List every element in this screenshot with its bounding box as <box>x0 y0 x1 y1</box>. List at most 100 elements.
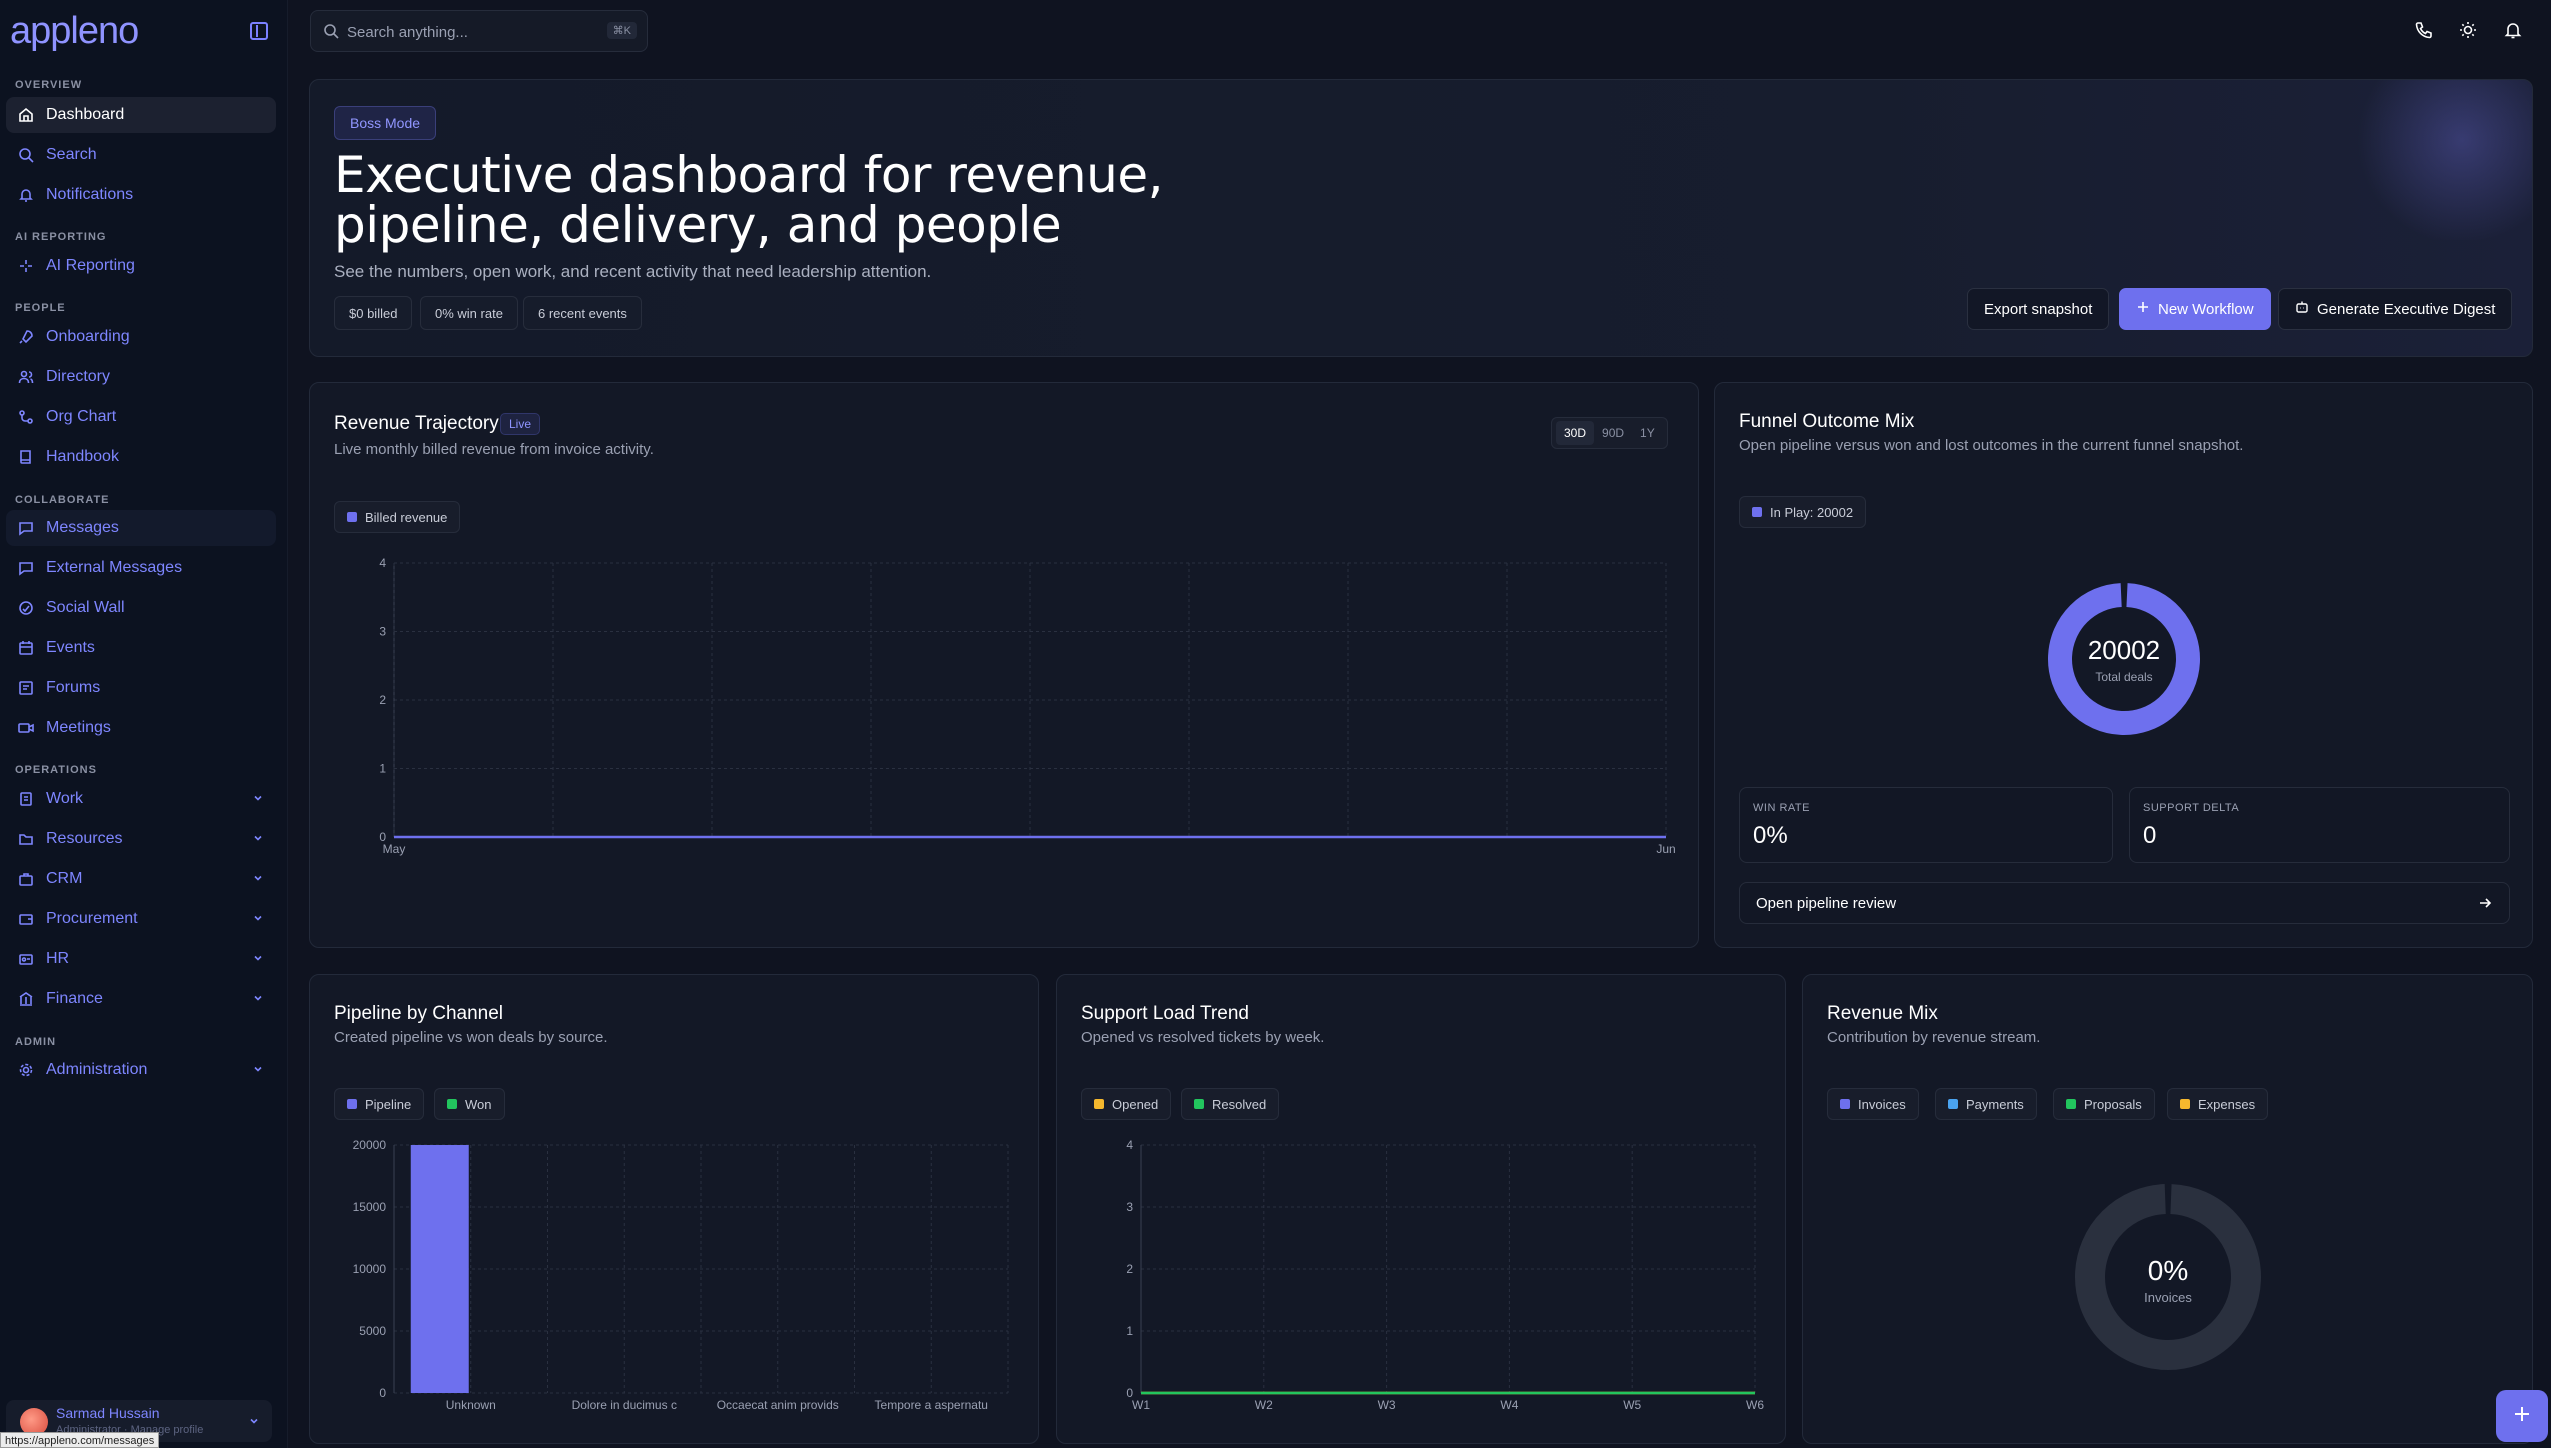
legend-label: Billed revenue <box>365 509 448 525</box>
range-1y[interactable]: 1Y <box>1632 421 1663 445</box>
sidebar-item-org-chart[interactable]: Org Chart <box>6 399 276 435</box>
sidebar-item-label: AI Reporting <box>46 257 135 274</box>
sidebar-item-hr[interactable]: HR <box>6 941 276 977</box>
sidebar-item-label: Procurement <box>46 910 138 927</box>
sidebar-item-label: Org Chart <box>46 408 117 425</box>
global-search[interactable]: ⌘K <box>310 10 648 52</box>
bell-icon[interactable] <box>2503 20 2525 42</box>
sidebar-item-search[interactable]: Search <box>6 137 276 173</box>
sidebar-item-label: Handbook <box>46 448 119 465</box>
sidebar: appleno OVERVIEW Dashboard Search Notifi… <box>0 0 288 1448</box>
stat-value: 0% <box>1753 822 1788 849</box>
new-workflow-label: New Workflow <box>2158 300 2254 318</box>
y-tick-label: 15000 <box>353 1200 387 1214</box>
phone-icon[interactable] <box>2414 20 2436 42</box>
user-name: Sarmad Hussain <box>56 1405 160 1421</box>
donut-center-value: 0% <box>2148 1255 2188 1286</box>
generate-digest-label: Generate Executive Digest <box>2317 300 2496 318</box>
revenue-chart: 0 1 2 3 4 May Jun <box>379 556 1675 856</box>
y-tick-label: 1 <box>1126 1324 1133 1338</box>
donut-center-value: 20002 <box>2088 635 2160 665</box>
open-pipeline-review-link[interactable]: Open pipeline review <box>1739 882 2510 924</box>
sidebar-item-handbook[interactable]: Handbook <box>6 439 276 475</box>
export-snapshot-label: Export snapshot <box>1984 300 2093 318</box>
sidebar-collapse-icon[interactable] <box>250 22 268 40</box>
sidebar-item-social-wall[interactable]: Social Wall <box>6 590 276 626</box>
x-tick-label: W1 <box>1132 1398 1150 1412</box>
search-input[interactable] <box>347 19 587 45</box>
chevron-down-icon <box>248 1414 260 1432</box>
new-workflow-button[interactable]: New Workflow <box>2119 288 2271 330</box>
revenue-trajectory-card: Revenue Trajectory Live Live monthly bil… <box>309 382 1699 948</box>
chevron-down-icon <box>252 791 264 809</box>
support-delta-stat: SUPPORT DELTA 0 <box>2129 787 2510 863</box>
sidebar-item-external-messages[interactable]: External Messages <box>6 550 276 586</box>
sidebar-item-forums[interactable]: Forums <box>6 670 276 706</box>
range-30d[interactable]: 30D <box>1556 421 1595 445</box>
sidebar-item-directory[interactable]: Directory <box>6 359 276 395</box>
chevron-down-icon <box>252 951 264 969</box>
chevron-down-icon <box>252 831 264 849</box>
x-tick-label: Tempore a aspernatu <box>875 1398 988 1412</box>
y-tick-label: 0 <box>379 1386 386 1400</box>
revenue-mix-donut: 0% Invoices <box>2075 1184 2261 1370</box>
donut-center-label: Invoices <box>2144 1290 2192 1305</box>
y-tick-label: 1 <box>379 762 386 776</box>
sidebar-item-label: Finance <box>46 990 103 1007</box>
funnel-outcome-card: Funnel Outcome Mix Open pipeline versus … <box>1714 382 2533 948</box>
video-icon <box>16 718 36 738</box>
briefcase-icon <box>16 869 36 889</box>
legend-billed-revenue[interactable]: Billed revenue <box>334 501 461 533</box>
chevron-down-icon <box>252 911 264 929</box>
hero-panel: Boss Mode Executive dashboard for revenu… <box>309 79 2533 357</box>
search-shortcut: ⌘K <box>606 22 637 39</box>
support-load-card: Support Load Trend Opened vs resolved ti… <box>1056 974 1786 1444</box>
y-tick-label: 4 <box>1126 1138 1133 1152</box>
bar-pipeline-unknown <box>410 1145 469 1393</box>
sidebar-item-meetings[interactable]: Meetings <box>6 710 276 746</box>
sidebar-item-resources[interactable]: Resources <box>6 821 276 857</box>
sidebar-item-administration[interactable]: Administration <box>6 1052 276 1088</box>
pipeline-bar-chart: 0 5000 10000 15000 20000 Unknown Dolore in duc… <box>353 1138 1009 1412</box>
range-90d[interactable]: 90D <box>1594 421 1632 445</box>
sidebar-item-notifications[interactable]: Notifications <box>6 177 276 213</box>
win-rate-chip: 0% win rate <box>420 296 518 330</box>
plus-icon <box>2512 1404 2532 1429</box>
y-tick-label: 2 <box>379 693 386 707</box>
wallet-icon <box>16 909 36 929</box>
sidebar-item-finance[interactable]: Finance <box>6 981 276 1017</box>
sidebar-item-messages[interactable]: Messages <box>6 510 276 546</box>
x-tick-label: Jun <box>1656 842 1675 856</box>
badge-icon <box>16 949 36 969</box>
nav-section-collaborate: COLLABORATE <box>15 494 110 506</box>
export-snapshot-button[interactable]: Export snapshot <box>1967 288 2110 330</box>
sidebar-item-procurement[interactable]: Procurement <box>6 901 276 937</box>
revenue-mix-card: Revenue Mix Contribution by revenue stre… <box>1802 974 2533 1444</box>
y-tick-label: 3 <box>1126 1200 1133 1214</box>
sun-icon[interactable] <box>2458 20 2480 42</box>
forum-icon <box>16 678 36 698</box>
users-icon <box>16 367 36 387</box>
message-icon <box>16 558 36 578</box>
funnel-donut-chart: 20002 Total deals <box>2048 583 2200 735</box>
nav-section-operations: OPERATIONS <box>15 764 97 776</box>
y-tick-label: 10000 <box>353 1262 387 1276</box>
stat-label: SUPPORT DELTA <box>2143 802 2240 814</box>
sidebar-item-label: Forums <box>46 679 101 696</box>
home-icon <box>16 105 36 125</box>
sidebar-item-label: Directory <box>46 368 111 385</box>
chevron-down-icon <box>252 1062 264 1080</box>
app-logo[interactable]: appleno <box>10 10 139 53</box>
sidebar-item-onboarding[interactable]: Onboarding <box>6 319 276 355</box>
sidebar-item-work[interactable]: Work <box>6 781 276 817</box>
floating-add-button[interactable] <box>2496 1390 2548 1442</box>
sidebar-item-label: CRM <box>46 870 83 887</box>
sidebar-item-crm[interactable]: CRM <box>6 861 276 897</box>
generate-digest-button[interactable]: Generate Executive Digest <box>2278 288 2513 330</box>
sidebar-item-dashboard[interactable]: Dashboard <box>6 97 276 133</box>
sidebar-item-label: Events <box>46 639 95 656</box>
y-tick-label: 2 <box>1126 1262 1133 1276</box>
sidebar-item-events[interactable]: Events <box>6 630 276 666</box>
sidebar-item-ai-reporting[interactable]: AI Reporting <box>6 248 276 284</box>
sidebar-item-label: Resources <box>46 830 123 847</box>
